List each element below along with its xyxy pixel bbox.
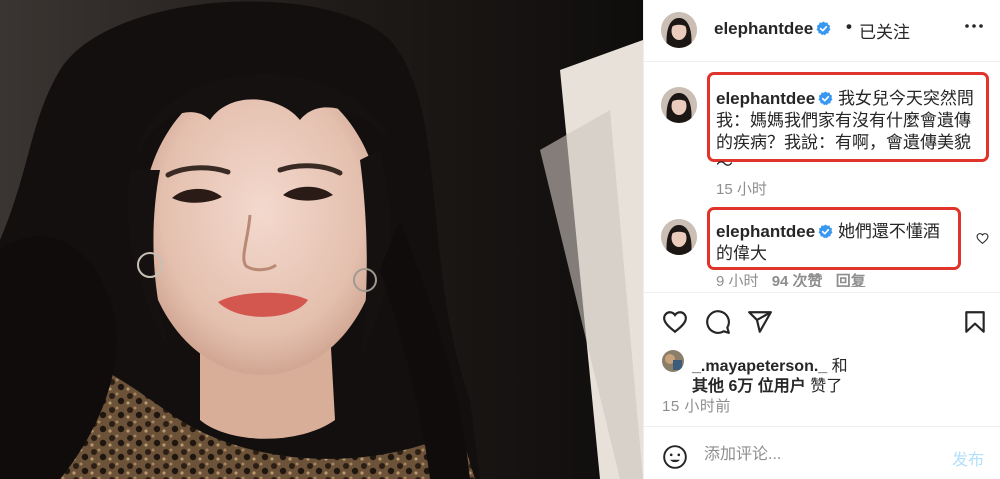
verified-badge-icon [818, 224, 833, 239]
comment-meta: 9 小时 94 次赞 回复 [716, 273, 875, 287]
verified-badge-icon [818, 91, 833, 106]
likes-line-2: 其他 6万 位用户 赞了 [692, 372, 842, 396]
add-comment-bar: 发布 [644, 426, 1000, 479]
more-horizontal-icon[interactable] [962, 14, 986, 44]
comment-time: 9 小时 [716, 273, 759, 287]
selfie-image [0, 0, 643, 479]
likes-count[interactable]: 其他 6万 位用户 [692, 378, 806, 395]
comment-input[interactable] [704, 443, 934, 467]
author-username[interactable]: elephantdee [714, 19, 831, 39]
comment-avatar[interactable] [661, 219, 697, 255]
author-username-text[interactable]: elephantdee [714, 19, 813, 38]
author-avatar[interactable] [661, 12, 697, 48]
post-side-panel: elephantdee • 已关注 elephantdee 我女兒今天突然問我：… [643, 0, 1000, 479]
post-header: elephantdee • 已关注 [644, 0, 1000, 62]
emoji-icon[interactable] [662, 444, 688, 470]
comment-likes[interactable]: 94 次赞 [772, 273, 823, 287]
post-timestamp[interactable]: 15 小时前 [662, 395, 731, 416]
following-button[interactable]: 已关注 [859, 18, 910, 43]
comment-avatar[interactable] [661, 87, 697, 123]
likes-suffix: 赞了 [810, 378, 843, 395]
liker-avatar[interactable] [662, 350, 684, 372]
post-comment-button[interactable]: 发布 [952, 446, 984, 470]
comment-username[interactable]: elephantdee [716, 222, 815, 241]
comment-body: elephantdee 我女兒今天突然問我：媽媽我們家有沒有什麼會遺傳的疾病？我… [716, 88, 986, 176]
reply-button[interactable]: 回复 [836, 273, 866, 287]
action-bar [644, 292, 1000, 352]
share-paper-plane-icon[interactable] [747, 309, 773, 335]
heart-icon[interactable] [662, 309, 688, 335]
post-photo[interactable] [0, 0, 643, 479]
comment-username[interactable]: elephantdee [716, 89, 815, 108]
verified-badge-icon [816, 21, 831, 36]
bookmark-icon[interactable] [962, 309, 988, 335]
comment-body: elephantdee 她們還不懂酒的偉大 [716, 221, 956, 265]
like-comment-heart-icon[interactable] [976, 232, 989, 245]
header-separator: • [846, 17, 852, 36]
comment-time: 15 小时 [716, 181, 767, 198]
comment-bubble-icon[interactable] [705, 309, 731, 335]
